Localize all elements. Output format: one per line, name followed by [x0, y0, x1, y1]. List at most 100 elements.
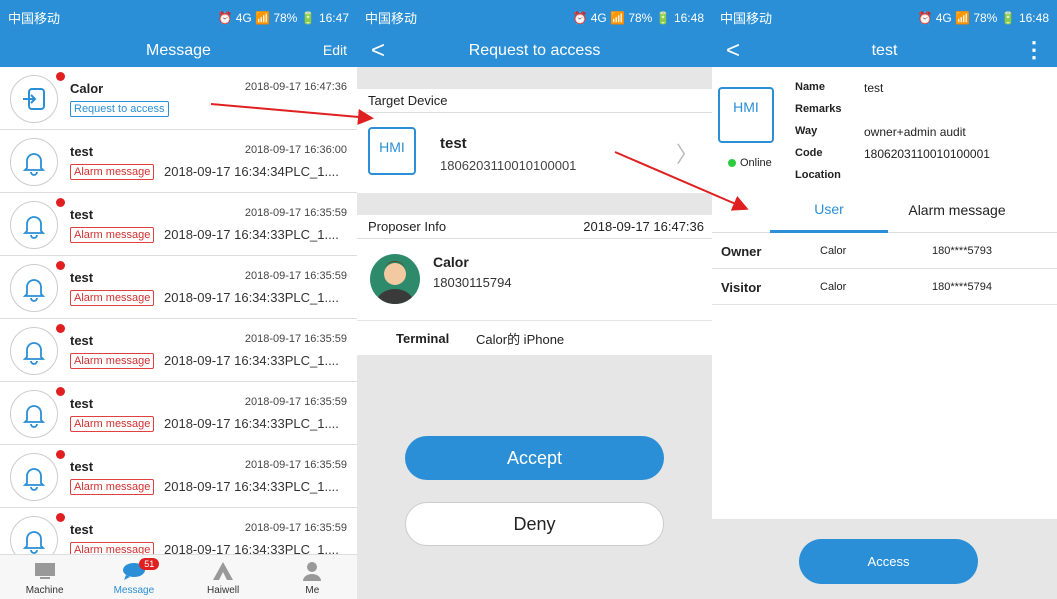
message-detail: 2018-09-17 16:34:33PLC_1....	[164, 227, 339, 242]
code-value: 1806203110010100001	[864, 147, 990, 161]
list-item[interactable]: test 2018-09-17 16:35:59 Alarm message 2…	[0, 445, 357, 508]
message-type-tag: Alarm message	[70, 542, 155, 554]
bell-icon	[10, 453, 58, 501]
section-title: Proposer Info	[368, 219, 447, 234]
back-button[interactable]: <	[726, 37, 740, 65]
name-label: Name	[795, 81, 825, 93]
tab-label: Me	[305, 585, 320, 596]
unread-dot	[56, 72, 65, 81]
device-detail-screen: 中国移动 ⏰ 4G 📶 78% 🔋 16:48 < test ⋮ HMI Nam…	[712, 0, 1057, 599]
online-status: Online	[728, 157, 772, 169]
carrier-label: 中国移动	[720, 11, 773, 26]
bell-icon	[10, 516, 58, 554]
location-label: Location	[795, 169, 841, 181]
tab-me[interactable]: Me	[268, 555, 357, 599]
deny-button[interactable]: Deny	[405, 502, 664, 546]
message-time: 2018-09-17 16:35:59	[244, 270, 347, 282]
role-label: Owner	[721, 244, 762, 259]
terminal-value: Calor的 iPhone	[476, 331, 565, 347]
back-button[interactable]: <	[371, 37, 385, 65]
proposer-card: Calor 18030115794	[357, 239, 712, 321]
message-sender: Calor	[70, 81, 104, 96]
message-type-tag: Alarm message	[70, 353, 155, 369]
message-screen: 中国移动 ⏰ 4G 📶 78% 🔋 16:47 Message Edit Cal…	[0, 0, 357, 599]
user-name: Calor	[820, 281, 847, 293]
role-label: Visitor	[721, 280, 762, 295]
avatar	[370, 254, 420, 304]
message-time: 2018-09-17 16:47:36	[244, 81, 347, 93]
request-access-screen: 中国移动 ⏰ 4G 📶 78% 🔋 16:48 < Request to acc…	[357, 0, 712, 599]
proposer-info-header: Proposer Info 2018-09-17 16:47:36	[357, 215, 712, 239]
message-detail: 2018-09-17 16:34:33PLC_1....	[164, 353, 339, 368]
list-item[interactable]: Calor 2018-09-17 16:47:36 Request to acc…	[0, 67, 357, 130]
accept-button[interactable]: Accept	[405, 436, 664, 480]
list-item[interactable]: test 2018-09-17 16:35:59 Alarm message 2…	[0, 256, 357, 319]
bell-icon	[10, 264, 58, 312]
bell-icon	[10, 390, 58, 438]
section-title: Target Device	[368, 93, 448, 108]
bell-icon	[10, 201, 58, 249]
request-app-bar: < Request to access	[357, 35, 712, 67]
detail-tabs: User Alarm message	[712, 187, 1057, 233]
carrier-label: 中国移动	[8, 11, 61, 26]
message-type-tag: Alarm message	[70, 416, 155, 432]
hmi-label: HMI	[379, 139, 405, 155]
message-time: 2018-09-17 16:35:59	[244, 459, 347, 471]
status-indicators: ⏰ 4G 📶 78% 🔋 16:48	[917, 10, 1049, 25]
device-name: test	[440, 135, 467, 152]
target-device-header: Target Device	[357, 89, 712, 113]
message-time: 2018-09-17 16:35:59	[244, 522, 347, 534]
proposer-name: Calor	[433, 254, 469, 270]
table-row: Visitor Calor 180****5794	[712, 269, 1057, 305]
name-value: test	[864, 81, 884, 95]
list-item[interactable]: test 2018-09-17 16:35:59 Alarm message 2…	[0, 508, 357, 554]
tab-label: Machine	[25, 585, 64, 596]
tab-haiwell[interactable]: Haiwell	[179, 555, 268, 599]
hmi-device-icon: HMI	[368, 127, 416, 175]
page-title: test	[871, 42, 898, 59]
message-sender: test	[70, 459, 94, 474]
message-sender: test	[70, 333, 94, 348]
message-sender: test	[70, 270, 94, 285]
list-item[interactable]: test 2018-09-17 16:35:59 Alarm message 2…	[0, 382, 357, 445]
device-info: HMI Name Remarks Way Code Location test …	[712, 67, 1057, 187]
person-icon	[302, 560, 322, 582]
message-time: 2018-09-17 16:35:59	[244, 396, 347, 408]
message-detail: 2018-09-17 16:34:33PLC_1....	[164, 542, 339, 554]
user-phone: 180****5794	[932, 281, 992, 293]
message-sender: test	[70, 396, 94, 411]
message-sender: test	[70, 144, 94, 159]
online-label: Online	[740, 157, 772, 169]
code-label: Code	[795, 147, 823, 159]
empty-area	[712, 305, 1057, 519]
remarks-label: Remarks	[795, 103, 842, 115]
message-detail: 2018-09-17 16:34:34PLC_1....	[164, 164, 339, 179]
tab-machine[interactable]: Machine	[0, 555, 89, 599]
status-indicators: ⏰ 4G 📶 78% 🔋 16:47	[217, 10, 349, 25]
unread-badge: 51	[139, 558, 160, 570]
message-type-tag: Alarm message	[70, 479, 155, 495]
message-type-tag: Request to access	[70, 101, 169, 117]
message-list: Calor 2018-09-17 16:47:36 Request to acc…	[0, 67, 357, 554]
list-item[interactable]: test 2018-09-17 16:35:59 Alarm message 2…	[0, 319, 357, 382]
more-menu-icon[interactable]: ⋮	[1023, 39, 1045, 61]
target-device-row[interactable]: HMI test 1806203110010100001 〉	[357, 113, 712, 193]
tab-alarm-message[interactable]: Alarm message	[898, 187, 1016, 233]
status-indicators: ⏰ 4G 📶 78% 🔋 16:48	[572, 10, 704, 25]
page-title: Request to access	[468, 42, 601, 59]
edit-button[interactable]: Edit	[323, 42, 347, 58]
message-time: 2018-09-17 16:35:59	[244, 333, 347, 345]
message-type-tag: Alarm message	[70, 227, 155, 243]
tab-user[interactable]: User	[770, 187, 888, 233]
terminal-row: Terminal Calor的 iPhone	[357, 321, 712, 355]
access-button[interactable]: Access	[799, 539, 978, 584]
unread-dot	[56, 261, 65, 270]
message-app-bar: Message Edit	[0, 35, 357, 67]
table-row: Owner Calor 180****5793	[712, 233, 1057, 269]
tab-message[interactable]: 51 Message	[89, 555, 178, 599]
list-item[interactable]: test 2018-09-17 16:36:00 Alarm message 2…	[0, 130, 357, 193]
list-item[interactable]: test 2018-09-17 16:35:59 Alarm message 2…	[0, 193, 357, 256]
device-app-bar: < test ⋮	[712, 35, 1057, 67]
carrier-label: 中国移动	[365, 11, 418, 26]
user-phone: 180****5793	[932, 245, 992, 257]
